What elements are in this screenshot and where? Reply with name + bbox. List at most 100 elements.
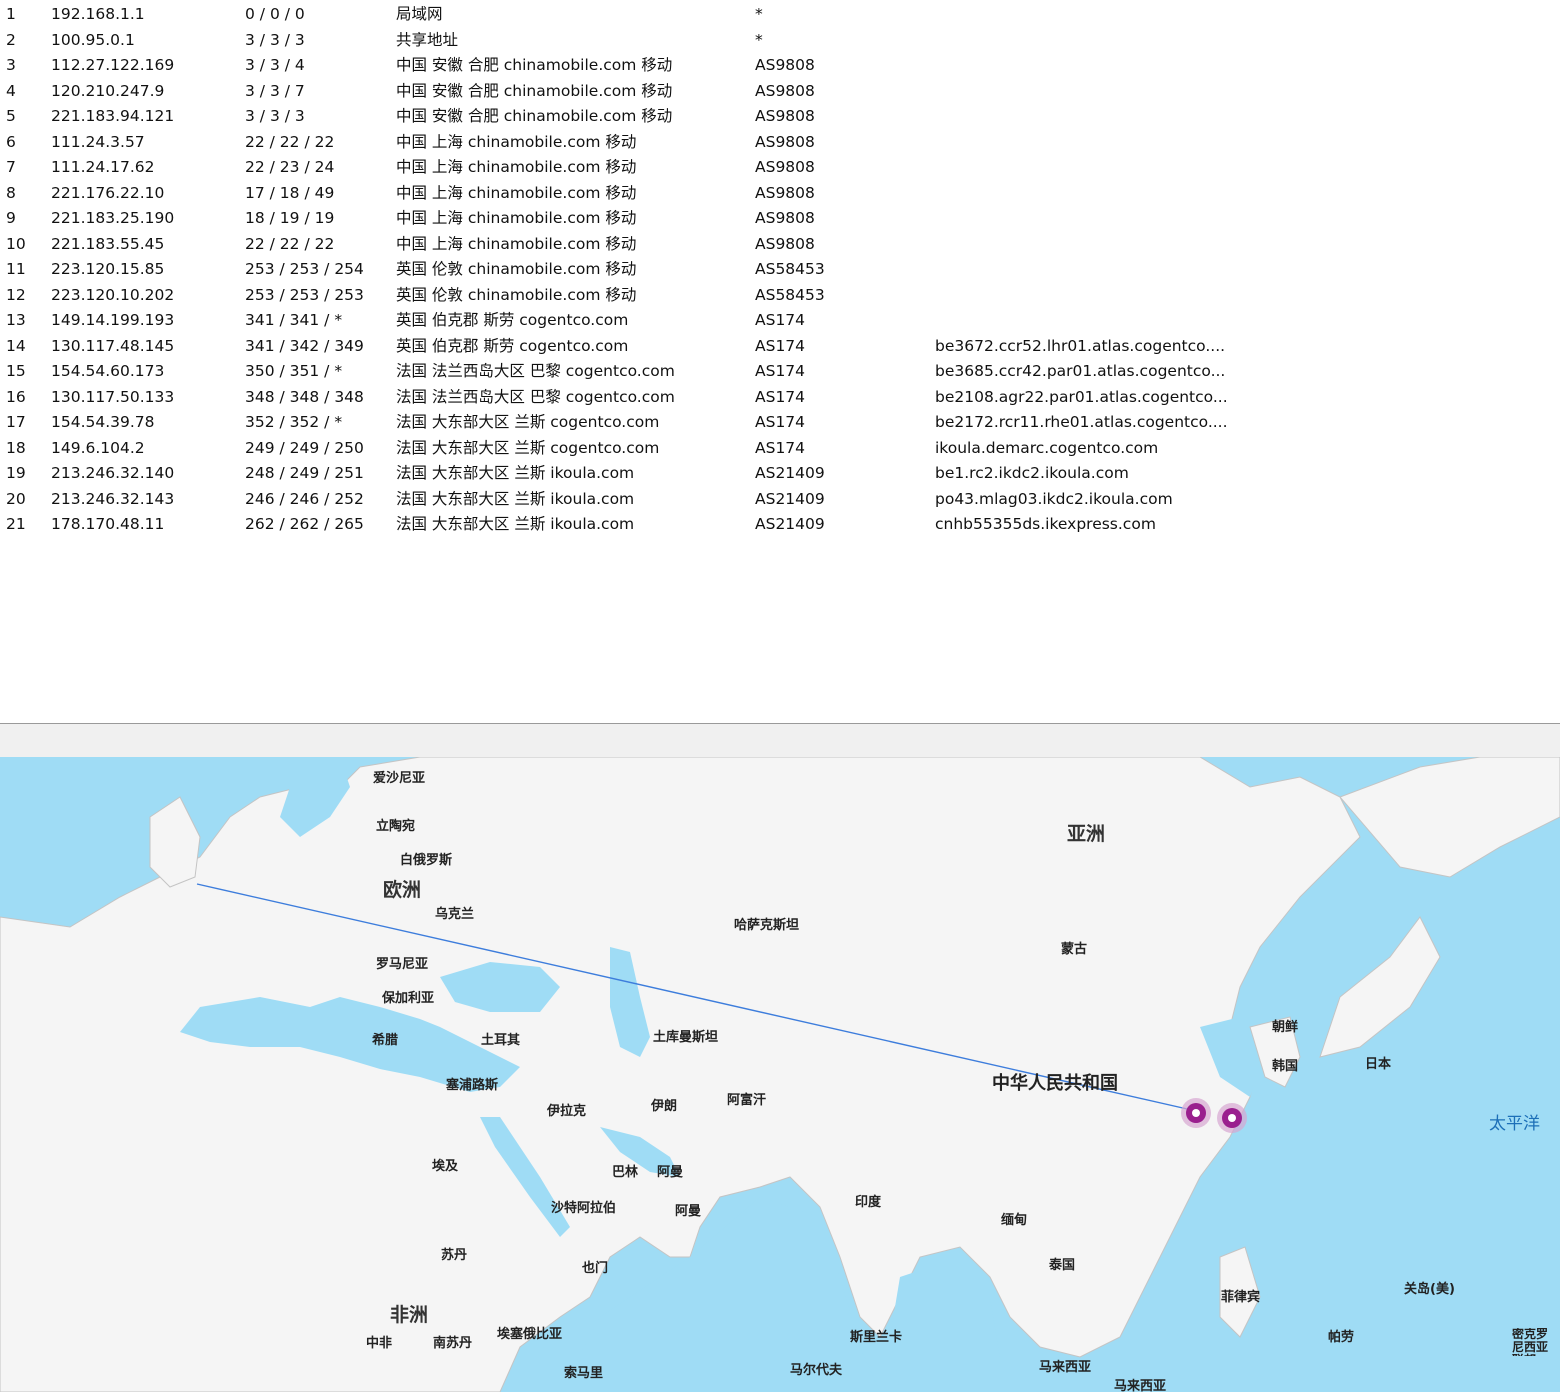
trace-cell-hop-number: 16	[6, 387, 26, 406]
trace-cell-latency: 246 / 246 / 252	[245, 489, 364, 508]
map-label-lithuania: 立陶宛	[376, 819, 416, 834]
map-label-iraq: 伊拉克	[547, 1104, 587, 1119]
trace-cell-hop-number: 7	[6, 158, 16, 176]
trace-cell-hostname: po43.mlag03.ikdc2.ikoula.com	[935, 489, 1173, 508]
trace-cell-ip-address: 130.117.50.133	[51, 387, 175, 406]
trace-cell-hop-number: 10	[6, 234, 26, 253]
map-label-ethiopia: 埃塞俄比亚	[497, 1327, 563, 1342]
trace-cell-location: 中国 上海 chinamobile.com 移动	[396, 209, 637, 227]
trace-cell-latency: 22 / 23 / 24	[245, 158, 335, 176]
trace-cell-asn: AS174	[755, 438, 806, 457]
trace-cell-ip-address: 223.120.10.202	[51, 285, 175, 304]
trace-cell-location: 中国 上海 chinamobile.com 移动	[396, 183, 637, 202]
trace-cell-latency: 262 / 262 / 265	[245, 515, 364, 533]
map-label-malaysia-1: 马来西亚	[1039, 1360, 1092, 1375]
trace-cell-ip-address: 221.183.25.190	[51, 209, 175, 227]
map-label-pacific: 太平洋	[1489, 1114, 1540, 1134]
trace-cell-location: 中国 上海 chinamobile.com 移动	[396, 158, 637, 176]
trace-cell-hop-number: 5	[6, 107, 16, 125]
map-label-cyprus: 塞浦路斯	[446, 1078, 499, 1093]
northeast-asia	[1339, 757, 1560, 878]
trace-cell-hostname: be2172.rcr11.rhe01.atlas.cogentco....	[935, 413, 1228, 431]
map-label-india: 印度	[855, 1195, 882, 1210]
trace-cell-latency: 341 / 342 / 349	[245, 336, 364, 355]
trace-cell-asn: AS21409	[755, 489, 825, 508]
trace-cell-asn: AS9808	[755, 107, 815, 125]
trace-cell-hop-number: 8	[6, 183, 16, 202]
trace-cell-latency: 3 / 3 / 7	[245, 81, 305, 100]
trace-cell-asn: AS174	[755, 311, 806, 329]
bay-of-bengal	[890, 1257, 1000, 1392]
map-label-japan: 日本	[1365, 1057, 1392, 1072]
trace-cell-hop-number: 14	[6, 336, 26, 355]
map-canvas	[0, 757, 1560, 1392]
trace-cell-latency: 350 / 351 / *	[245, 362, 343, 380]
map-label-oman-2: 阿曼	[675, 1204, 702, 1219]
trace-cell-hop-number: 12	[6, 285, 26, 304]
map-label-maldives: 马尔代夫	[790, 1363, 843, 1378]
map-label-kazakhstan: 哈萨克斯坦	[734, 918, 800, 933]
trace-cell-ip-address: 130.117.48.145	[51, 336, 175, 355]
map-label-egypt: 埃及	[432, 1159, 459, 1174]
trace-cell-ip-address: 100.95.0.1	[51, 30, 135, 49]
trace-cell-ip-address: 154.54.60.173	[51, 362, 165, 380]
trace-cell-latency: 253 / 253 / 253	[245, 285, 364, 304]
trace-cell-asn: AS58453	[755, 260, 825, 278]
trace-cell-hostname: be2108.agr22.par01.atlas.cogentco...	[935, 387, 1228, 406]
trace-cell-asn: AS174	[755, 387, 806, 406]
trace-cell-latency: 0 / 0 / 0	[245, 5, 305, 23]
map-label-iran: 伊朗	[651, 1099, 678, 1114]
trace-cell-hostname: be3672.ccr52.lhr01.atlas.cogentco....	[935, 336, 1226, 355]
trace-cell-location: 英国 伯克郡 斯劳 cogentco.com	[396, 311, 629, 329]
trace-cell-latency: 3 / 3 / 4	[245, 56, 305, 74]
map-label-afghanistan: 阿富汗	[727, 1093, 767, 1108]
map-label-estonia: 爱沙尼亚	[373, 771, 426, 786]
trace-cell-hop-number: 13	[6, 311, 26, 329]
trace-cell-ip-address: 111.24.3.57	[51, 132, 145, 151]
map-label-micronesia: 密克罗尼西亚联邦	[1512, 1328, 1549, 1356]
trace-cell-hop-number: 4	[6, 81, 16, 100]
trace-cell-hop-number: 6	[6, 132, 16, 151]
trace-cell-location: 法国 大东部大区 兰斯 ikoula.com	[396, 464, 635, 482]
trace-cell-location: 英国 伦敦 chinamobile.com 移动	[396, 260, 637, 278]
trace-cell-asn: AS174	[755, 336, 806, 355]
trace-cell-hop-number: 21	[6, 515, 26, 533]
trace-cell-location: 中国 安徽 合肥 chinamobile.com 移动	[396, 81, 673, 100]
map-label-south-korea: 韩国	[1272, 1059, 1299, 1074]
map-label-saudi: 沙特阿拉伯	[551, 1201, 617, 1216]
trace-cell-ip-address: 221.183.55.45	[51, 234, 165, 253]
trace-cell-location: 法国 法兰西岛大区 巴黎 cogentco.com	[396, 387, 675, 406]
trace-cell-asn: AS174	[755, 362, 806, 380]
route-map[interactable]: 爱沙尼亚 立陶宛 白俄罗斯 欧洲 乌克兰 罗马尼亚 保加利亚 希腊 土耳其 塞浦…	[0, 757, 1560, 1392]
trace-cell-hostname: be1.rc2.ikdc2.ikoula.com	[935, 464, 1129, 482]
trace-cell-asn: AS9808	[755, 158, 815, 176]
map-label-guam: 关岛(美)	[1404, 1282, 1455, 1297]
trace-cell-latency: 249 / 249 / 250	[245, 438, 364, 457]
trace-cell-ip-address: 221.176.22.10	[51, 183, 165, 202]
trace-cell-asn: AS174	[755, 413, 806, 431]
uk-island	[149, 796, 201, 888]
trace-cell-latency: 253 / 253 / 254	[245, 260, 364, 278]
trace-cell-latency: 348 / 348 / 348	[245, 387, 364, 406]
trace-cell-hop-number: 2	[6, 30, 16, 49]
trace-cell-latency: 17 / 18 / 49	[245, 183, 335, 202]
trace-cell-hop-number: 20	[6, 489, 26, 508]
map-label-belarus: 白俄罗斯	[400, 853, 453, 868]
trace-cell-ip-address: 213.246.32.140	[51, 464, 175, 482]
map-label-turkmenistan: 土库曼斯坦	[653, 1030, 719, 1045]
map-label-china: 中华人民共和国	[992, 1073, 1118, 1094]
trace-cell-hop-number: 11	[6, 260, 26, 278]
map-label-greece: 希腊	[372, 1033, 399, 1048]
map-label-bahrain: 巴林	[612, 1165, 639, 1180]
trace-cell-latency: 22 / 22 / 22	[245, 234, 335, 253]
trace-cell-asn: AS9808	[755, 209, 815, 227]
trace-cell-hop-number: 19	[6, 464, 26, 482]
map-label-car: 中非	[366, 1336, 393, 1351]
trace-cell-location: 英国 伯克郡 斯劳 cogentco.com	[396, 336, 629, 355]
trace-cell-location: 中国 安徽 合肥 chinamobile.com 移动	[396, 56, 673, 74]
trace-cell-ip-address: 178.170.48.11	[51, 515, 165, 533]
route-marker-shanghai	[1217, 1103, 1247, 1133]
trace-cell-latency: 341 / 341 / *	[245, 311, 343, 329]
trace-cell-asn: AS9808	[755, 234, 815, 253]
map-label-asia: 亚洲	[1067, 823, 1106, 845]
